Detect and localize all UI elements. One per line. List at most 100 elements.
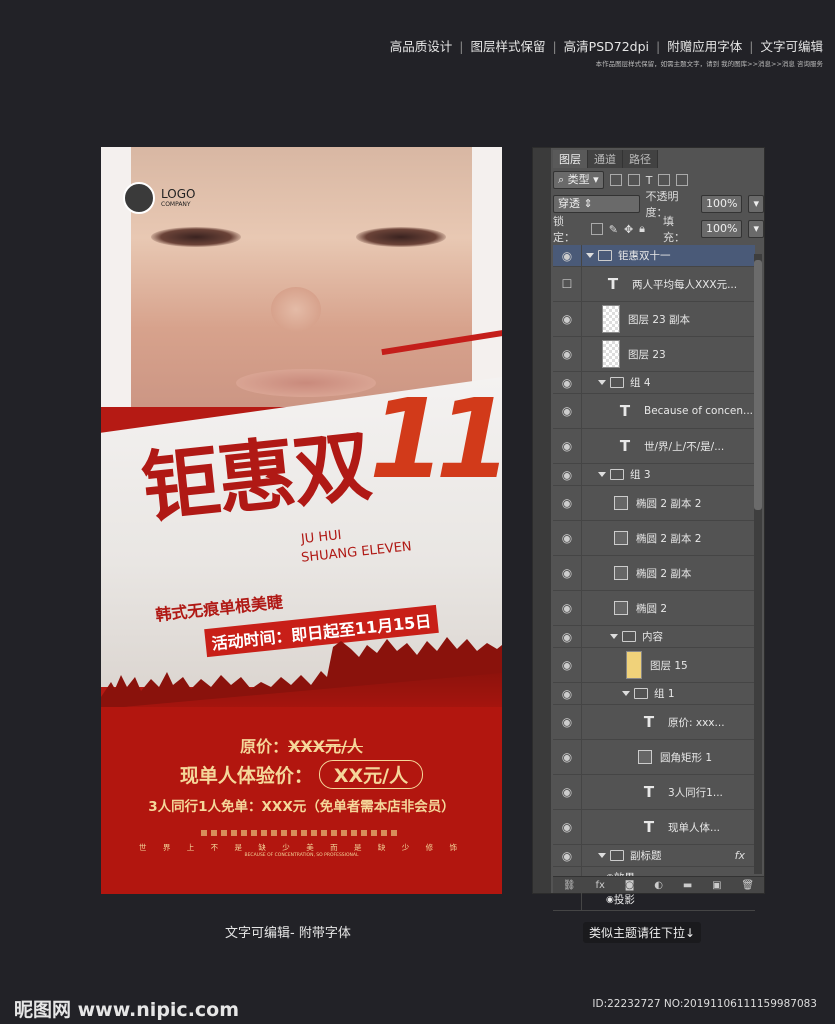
folder-icon — [598, 250, 612, 261]
caption: 文字可编辑- 附带字体 — [225, 926, 351, 941]
layer-name: 图层 23 — [628, 348, 666, 361]
layer-row[interactable]: ◉ 钜惠双十一 — [553, 245, 755, 267]
text-layer-icon: T — [643, 783, 655, 801]
feature-item: 高品质设计 — [389, 39, 453, 54]
link-icon[interactable]: ⛓ — [563, 880, 576, 891]
layer-row[interactable]: ◉ 副标题 fx — [553, 845, 755, 867]
nose — [271, 287, 321, 332]
layer-row[interactable]: ◉ 椭圆 2 — [553, 591, 755, 626]
expand-caret-icon[interactable] — [598, 380, 606, 385]
shape-layer-icon — [614, 566, 628, 580]
layer-row[interactable]: ◉ T 世/界/上/不/是/... — [553, 429, 755, 464]
layer-name: 世/界/上/不/是/... — [644, 440, 725, 453]
opacity-input[interactable]: 100% — [701, 195, 743, 213]
gold-thumbnail — [626, 651, 642, 679]
tab-layers[interactable]: 图层 — [553, 150, 588, 168]
filter-image-icon[interactable] — [609, 174, 622, 186]
raster-thumbnail — [602, 340, 620, 368]
lock-move-icon[interactable]: ✥ — [624, 223, 633, 236]
layer-name: 现单人体... — [668, 821, 721, 834]
blend-mode-select[interactable]: 穿透 ⇕ — [553, 195, 640, 213]
expand-caret-icon[interactable] — [610, 634, 618, 639]
layer-row[interactable]: ◉ 内容 — [553, 626, 755, 648]
expand-caret-icon[interactable] — [586, 253, 594, 258]
eye-icon[interactable]: ◉ — [553, 810, 582, 844]
face-image: LOGO COMPANY — [101, 147, 502, 407]
layer-row[interactable]: ◉ 组 3 — [553, 464, 755, 486]
text-layer-icon: T — [643, 818, 655, 836]
layer-row[interactable]: ◉ T 现单人体... — [553, 810, 755, 845]
new-layer-icon[interactable]: ▣ — [712, 880, 721, 891]
adjustment-icon[interactable]: ◐ — [654, 880, 663, 891]
eye-icon[interactable]: ◉ — [553, 245, 582, 266]
mask-icon[interactable]: ◙ — [625, 880, 635, 891]
fx-icon[interactable]: fx — [595, 880, 604, 891]
header-note: 本作品图层样式保留，如需主题文字，请到 我的图库>>消息>>消息 咨询服务 — [595, 60, 823, 68]
text-layer-icon: T — [607, 275, 619, 293]
filter-smart-icon[interactable] — [676, 174, 689, 186]
fill-label: 填充： — [663, 215, 686, 244]
filter-adjust-icon[interactable] — [627, 174, 640, 186]
eye-icon[interactable]: ◉ — [553, 337, 582, 371]
effect-eye-icon[interactable]: ◉ — [606, 895, 614, 905]
visibility-off-icon[interactable]: ☐ — [553, 267, 582, 301]
eye-icon[interactable]: ◉ — [553, 626, 582, 647]
layers-scrollbar[interactable] — [754, 254, 762, 874]
eye-icon[interactable]: ◉ — [553, 845, 582, 866]
lock-pixels-icon[interactable] — [591, 223, 603, 235]
folder-icon — [622, 631, 636, 642]
eye-icon[interactable]: ◉ — [553, 556, 582, 590]
folder-icon[interactable]: ▬ — [683, 880, 692, 891]
eye-icon[interactable]: ◉ — [553, 705, 582, 739]
eye-icon[interactable]: ◉ — [553, 464, 582, 485]
layer-row[interactable]: ◉ 图层 15 — [553, 648, 755, 683]
expand-caret-icon[interactable] — [622, 691, 630, 696]
layer-row[interactable]: ◉ 图层 23 副本 — [553, 302, 755, 337]
eye-icon[interactable]: ◉ — [553, 394, 582, 428]
folder-icon — [610, 850, 624, 861]
layer-row[interactable]: ◉ T 原价: xxx... — [553, 705, 755, 740]
expand-caret-icon[interactable] — [598, 853, 606, 858]
layer-name: 原价: xxx... — [668, 716, 725, 729]
layer-row[interactable]: ☐ T 两人平均每人XXX元... — [553, 267, 755, 302]
layers-panel: 图层 通道 路径 ⌕ 类型 ▾ T 穿透 ⇕ 不透明度： 100% ▾ 锁定： … — [532, 147, 765, 911]
fill-input[interactable]: 100% — [701, 220, 743, 238]
eye-icon[interactable]: ◉ — [553, 775, 582, 809]
pull-down-hint[interactable]: 类似主题请往下拉↓ — [583, 922, 702, 943]
eye-icon[interactable]: ◉ — [553, 372, 582, 393]
fill-dropdown[interactable]: ▾ — [748, 220, 765, 238]
layer-row[interactable]: ◉ T 3人同行1... — [553, 775, 755, 810]
lock-all-icon[interactable]: 🔒︎ — [639, 222, 645, 236]
layer-name: 图层 23 副本 — [628, 313, 691, 326]
eye-icon[interactable]: ◉ — [553, 683, 582, 704]
layer-row[interactable]: ◉ 图层 23 — [553, 337, 755, 372]
logo-main: LOGO — [161, 187, 196, 201]
layer-row[interactable]: ◉ 椭圆 2 副本 2 — [553, 486, 755, 521]
layer-row[interactable]: ◉ 椭圆 2 副本 2 — [553, 521, 755, 556]
trash-icon[interactable]: 🗑︎ — [741, 880, 754, 891]
layer-row[interactable]: ◉ 椭圆 2 副本 — [553, 556, 755, 591]
eye-icon[interactable]: ◉ — [553, 521, 582, 555]
layer-row[interactable]: ◉ 圆角矩形 1 — [553, 740, 755, 775]
tab-channels[interactable]: 通道 — [588, 150, 623, 168]
filter-select[interactable]: ⌕ 类型 ▾ — [553, 171, 604, 189]
eye-icon[interactable]: ◉ — [553, 591, 582, 625]
layer-name: 钜惠双十一 — [618, 250, 671, 262]
filter-shape-icon[interactable] — [658, 174, 671, 186]
layer-row[interactable]: ◉ 组 1 — [553, 683, 755, 705]
filter-text-icon[interactable]: T — [646, 174, 653, 187]
eye-icon[interactable]: ◉ — [553, 429, 582, 463]
expand-caret-icon[interactable] — [598, 472, 606, 477]
eye-icon[interactable]: ◉ — [553, 648, 582, 682]
eye-icon[interactable]: ◉ — [553, 486, 582, 520]
layer-row[interactable]: ◉ T Because of concen... — [553, 394, 755, 429]
lock-brush-icon[interactable]: ✎ — [609, 223, 618, 236]
lock-row: 锁定： ✎ ✥ 🔒︎ 填充： 100% ▾ — [553, 215, 765, 244]
eye-right — [356, 227, 446, 247]
eye-icon[interactable]: ◉ — [553, 740, 582, 774]
panel-collapse-strip[interactable] — [533, 148, 551, 893]
layer-row[interactable]: ◉ 组 4 — [553, 372, 755, 394]
opacity-dropdown[interactable]: ▾ — [748, 195, 764, 213]
tab-paths[interactable]: 路径 — [623, 150, 658, 168]
eye-icon[interactable]: ◉ — [553, 302, 582, 336]
